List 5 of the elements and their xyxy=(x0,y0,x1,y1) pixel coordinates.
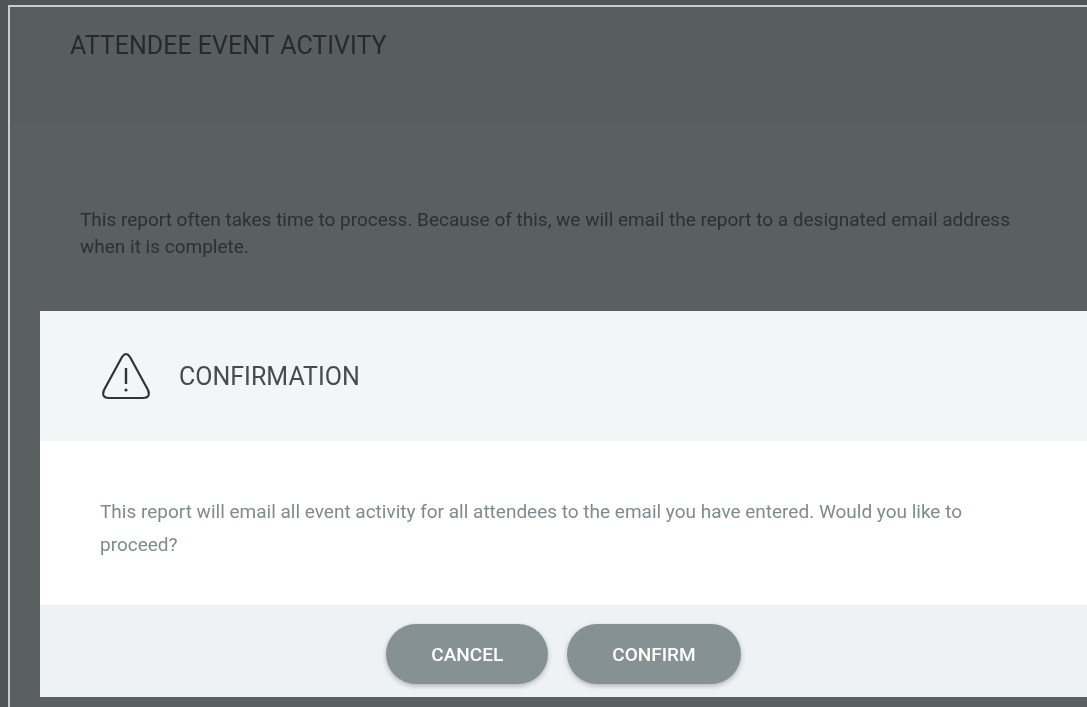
confirm-button[interactable]: CONFIRM xyxy=(567,624,741,684)
dialog-message: This report will email all event activity for all attendees to the email you have entered. Would you like to proceed? xyxy=(100,499,964,558)
dialog-title: CONFIRMATION xyxy=(179,361,360,391)
cancel-button[interactable]: CANCEL xyxy=(386,624,549,684)
warning-icon xyxy=(101,352,151,400)
